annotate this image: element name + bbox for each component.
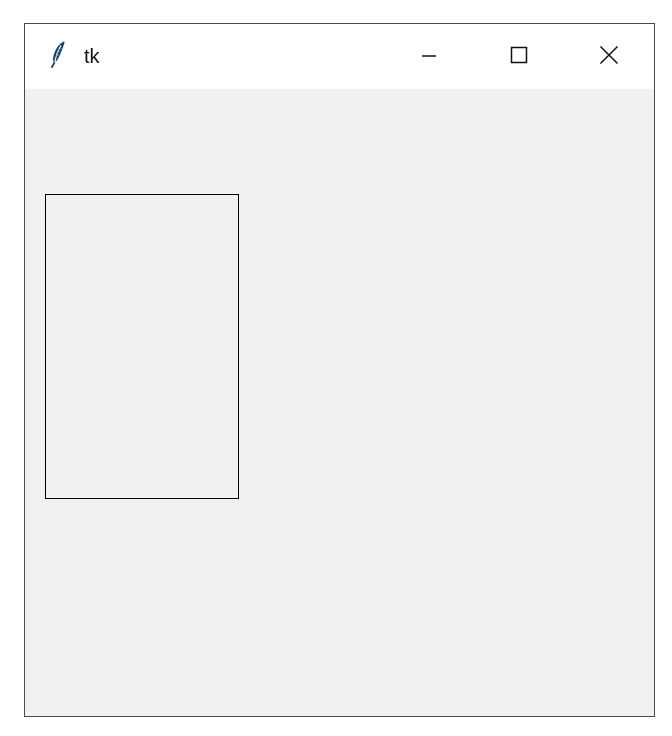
minimize-icon (420, 46, 438, 67)
canvas-rectangle (45, 194, 239, 499)
title-bar[interactable]: tk (25, 24, 654, 89)
window-title: tk (84, 46, 100, 68)
minimize-button[interactable] (384, 24, 474, 89)
canvas-area[interactable] (25, 89, 654, 716)
tk-feather-icon (48, 40, 68, 68)
close-icon (598, 44, 620, 69)
window-controls (384, 24, 654, 89)
close-button[interactable] (564, 24, 654, 89)
maximize-icon (509, 45, 529, 68)
tk-window: tk (24, 23, 655, 717)
maximize-button[interactable] (474, 24, 564, 89)
